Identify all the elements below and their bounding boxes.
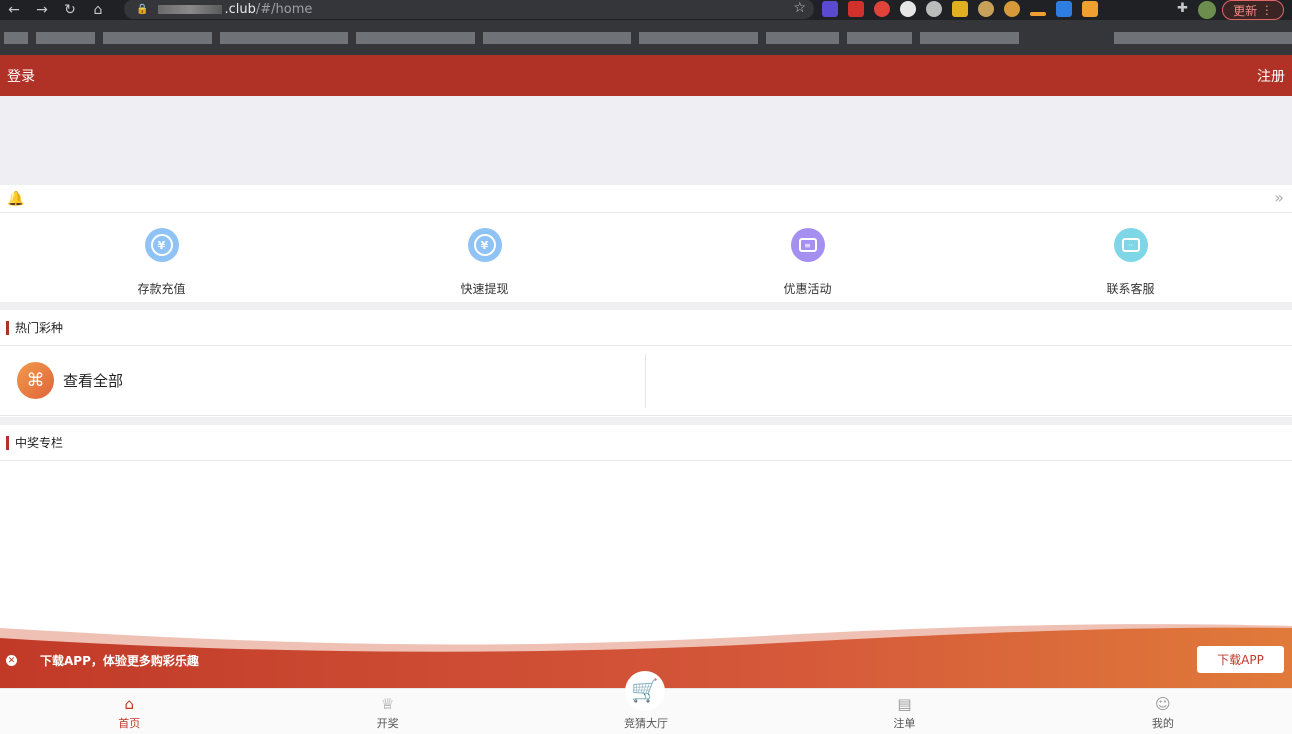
bookmark-star-icon[interactable]: ☆ — [793, 0, 806, 16]
promo-icon: ≡ — [790, 228, 825, 262]
tab-label: 首页 — [118, 717, 141, 730]
bookmark-item[interactable] — [920, 31, 1019, 44]
title-accent-bar — [6, 435, 9, 450]
bookmark-item[interactable] — [639, 31, 758, 44]
hot-lottery-title: 热门彩种 — [15, 321, 64, 335]
extensions — [822, 1, 1098, 17]
user-icon: ☺ — [1155, 695, 1171, 713]
login-link[interactable]: 登录 — [7, 66, 35, 86]
extension-icon[interactable] — [1056, 1, 1072, 17]
back-icon[interactable]: ← — [0, 2, 28, 18]
grid-icon: ⌘ — [17, 362, 54, 399]
reload-icon[interactable]: ↻ — [56, 2, 84, 18]
winners-title: 中奖专栏 — [15, 436, 64, 450]
notice-bar: 🔔 » — [0, 185, 1292, 213]
extension-icon[interactable] — [1030, 12, 1046, 16]
support-icon: ·· — [1113, 228, 1148, 262]
home-icon: ⌂ — [124, 695, 134, 713]
close-download-icon[interactable]: ✕ — [6, 655, 17, 666]
bookmarks-bar — [0, 20, 1292, 55]
forward-icon[interactable]: → — [28, 2, 56, 18]
bookmark-item[interactable] — [103, 31, 212, 44]
bookmark-item[interactable] — [765, 31, 839, 44]
bookmark-item[interactable] — [356, 31, 475, 44]
view-all-button[interactable]: ⌘ 查看全部 — [17, 362, 123, 399]
update-label: 更新 — [1233, 3, 1258, 18]
tab-draw[interactable]: ♕ 开奖 — [258, 689, 516, 734]
hall-center-button[interactable]: 🛒 — [625, 671, 665, 711]
quick-item-label: 存款充值 — [137, 282, 186, 296]
withdraw-icon: ¥ — [467, 228, 502, 262]
url-host: .club — [224, 1, 256, 17]
home-browser-icon[interactable]: ⌂ — [84, 2, 112, 18]
extension-icon[interactable] — [848, 1, 864, 17]
address-bar[interactable]: 🔒 .club /#/home ☆ — [124, 0, 814, 19]
hot-lottery-row: ⌘ 查看全部 — [0, 346, 1292, 416]
register-link[interactable]: 注册 — [1257, 66, 1285, 86]
tab-label: 注单 — [893, 717, 916, 730]
quick-item-support[interactable]: ·· 联系客服 — [969, 214, 1292, 302]
quick-item-label: 优惠活动 — [783, 282, 832, 296]
tab-label: 竞猜大厅 — [624, 717, 669, 730]
bell-icon: 🔔 — [7, 191, 25, 207]
url-redacted — [158, 4, 223, 14]
extension-icon[interactable] — [874, 1, 890, 17]
double-chevron-right-icon[interactable]: » — [1274, 188, 1284, 207]
extensions-puzzle-icon[interactable]: ✚ — [1177, 1, 1188, 16]
tab-mine[interactable]: ☺ 我的 — [1034, 689, 1292, 734]
section-separator — [0, 302, 1292, 310]
tab-bets[interactable]: ▤ 注单 — [775, 689, 1033, 734]
banner-area — [0, 96, 1292, 185]
title-accent-bar — [6, 320, 9, 335]
extension-icon[interactable] — [926, 1, 942, 17]
lock-icon: 🔒 — [136, 3, 149, 15]
url-path: /#/home — [255, 1, 313, 17]
app-header: 登录 注册 — [0, 55, 1292, 96]
profile-avatar[interactable] — [1198, 1, 1216, 19]
quick-item-promo[interactable]: ≡ 优惠活动 — [646, 214, 969, 302]
download-promo-text: 下载APP，体验更多购彩乐趣 — [40, 654, 199, 668]
quick-item-deposit[interactable]: ¥ 存款充值 — [0, 214, 323, 302]
extension-icon[interactable] — [952, 1, 968, 17]
quick-item-label: 联系客服 — [1106, 282, 1155, 296]
bookmark-item[interactable] — [482, 31, 632, 44]
extension-icon[interactable] — [1004, 1, 1020, 17]
tab-label: 我的 — [1151, 717, 1174, 730]
winners-header: 中奖专栏 — [0, 425, 1292, 461]
update-button[interactable]: 更新 ⋮ — [1222, 0, 1284, 20]
bookmark-item[interactable] — [1114, 31, 1292, 44]
quick-actions: ¥ 存款充值 ¥ 快速提现 ≡ 优惠活动 ·· 联系客服 — [0, 214, 1292, 302]
quick-item-withdraw[interactable]: ¥ 快速提现 — [323, 214, 646, 302]
view-all-label: 查看全部 — [63, 372, 124, 390]
bookmark-item[interactable] — [35, 31, 96, 44]
bookmark-item[interactable] — [846, 31, 913, 44]
cart-icon: 🛒 — [630, 676, 660, 706]
hot-lottery-header: 热门彩种 — [0, 310, 1292, 346]
deposit-icon: ¥ — [144, 228, 179, 262]
clipboard-icon: ▤ — [897, 695, 912, 713]
divider — [645, 354, 646, 408]
download-app-button[interactable]: 下载APP — [1197, 646, 1284, 673]
quick-item-label: 快速提现 — [460, 282, 509, 296]
extension-icon[interactable] — [900, 1, 916, 17]
bookmark-item[interactable] — [219, 31, 349, 44]
tab-home[interactable]: ⌂ 首页 — [0, 689, 258, 734]
extension-icon[interactable] — [822, 1, 838, 17]
extension-icon[interactable] — [1082, 1, 1098, 17]
bookmark-item[interactable] — [4, 31, 28, 44]
extension-icon[interactable] — [978, 1, 994, 17]
trophy-icon: ♕ — [380, 695, 395, 713]
tab-label: 开奖 — [376, 717, 399, 730]
section-separator — [0, 417, 1292, 425]
